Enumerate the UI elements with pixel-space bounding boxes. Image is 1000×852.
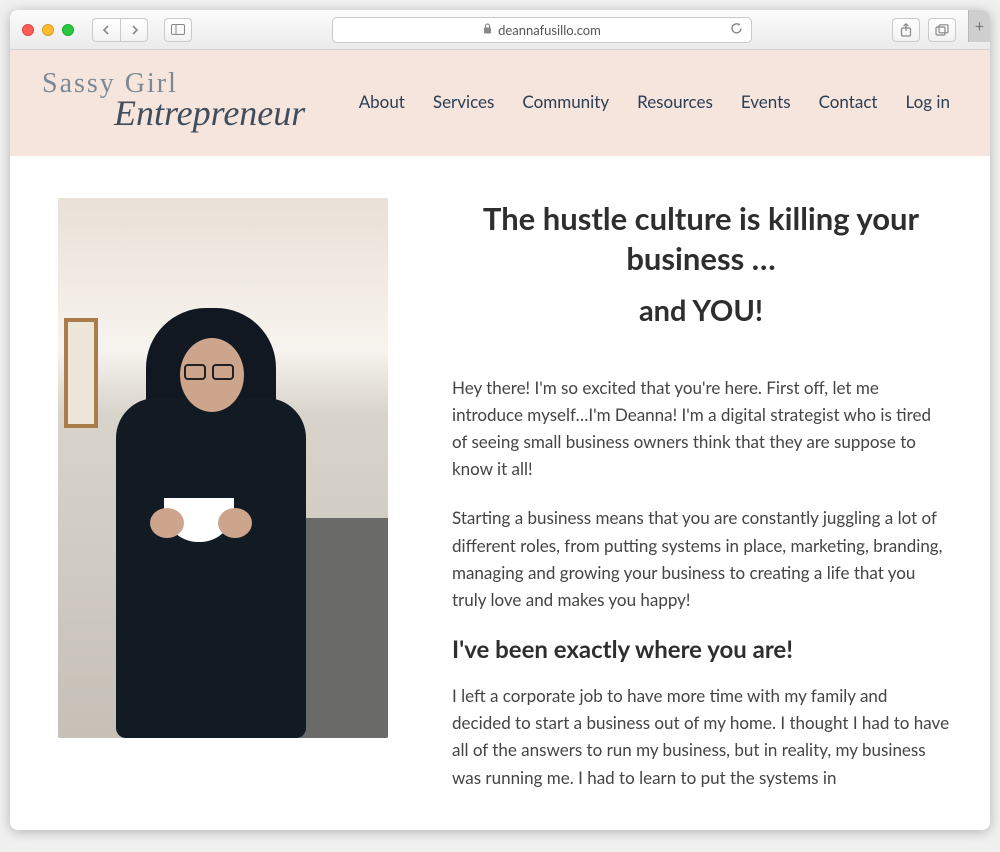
- nav-events[interactable]: Events: [741, 91, 791, 112]
- page-viewport: Sassy Girl Entrepreneur About Services C…: [10, 50, 990, 830]
- nav-login[interactable]: Log in: [906, 91, 950, 112]
- nav-community[interactable]: Community: [522, 91, 609, 112]
- back-button[interactable]: [92, 18, 120, 42]
- site-logo[interactable]: Sassy Girl Entrepreneur: [42, 68, 305, 134]
- nav-back-forward: [92, 18, 148, 42]
- article-body: The hustle culture is killing your busin…: [452, 198, 950, 813]
- browser-toolbar: deannafusillo.com +: [10, 10, 990, 50]
- share-button[interactable]: [892, 18, 920, 42]
- sidebar-toggle-button[interactable]: [164, 18, 192, 42]
- hero-photo: [58, 198, 388, 738]
- logo-line2: Entrepreneur: [114, 92, 305, 134]
- subheading: I've been exactly where you are!: [452, 635, 950, 664]
- site-header: Sassy Girl Entrepreneur About Services C…: [10, 50, 990, 156]
- forward-button[interactable]: [120, 18, 148, 42]
- close-window-button[interactable]: [22, 24, 34, 36]
- intro-paragraph-1: Hey there! I'm so excited that you're he…: [452, 374, 950, 483]
- headline-secondary: and YOU!: [452, 293, 950, 328]
- intro-paragraph-3: I left a corporate job to have more time…: [452, 682, 950, 791]
- headline-primary: The hustle culture is killing your busin…: [452, 198, 950, 279]
- minimize-window-button[interactable]: [42, 24, 54, 36]
- address-bar[interactable]: deannafusillo.com: [332, 17, 752, 43]
- toolbar-right: [892, 18, 956, 42]
- window-controls: [22, 24, 74, 36]
- nav-contact[interactable]: Contact: [819, 91, 878, 112]
- main-content: The hustle culture is killing your busin…: [10, 156, 990, 813]
- nav-resources[interactable]: Resources: [637, 91, 713, 112]
- lock-icon: [483, 23, 492, 37]
- intro-paragraph-2: Starting a business means that you are c…: [452, 504, 950, 613]
- tabs-button[interactable]: [928, 18, 956, 42]
- url-text: deannafusillo.com: [498, 22, 601, 38]
- address-bar-wrap: deannafusillo.com: [200, 17, 884, 43]
- browser-window: deannafusillo.com + Sassy Girl Entrepren…: [10, 10, 990, 830]
- nav-services[interactable]: Services: [433, 91, 495, 112]
- nav-about[interactable]: About: [359, 91, 405, 112]
- fullscreen-window-button[interactable]: [62, 24, 74, 36]
- new-tab-button[interactable]: +: [968, 10, 990, 42]
- reload-button[interactable]: [730, 22, 743, 38]
- primary-nav: About Services Community Resources Event…: [359, 91, 950, 112]
